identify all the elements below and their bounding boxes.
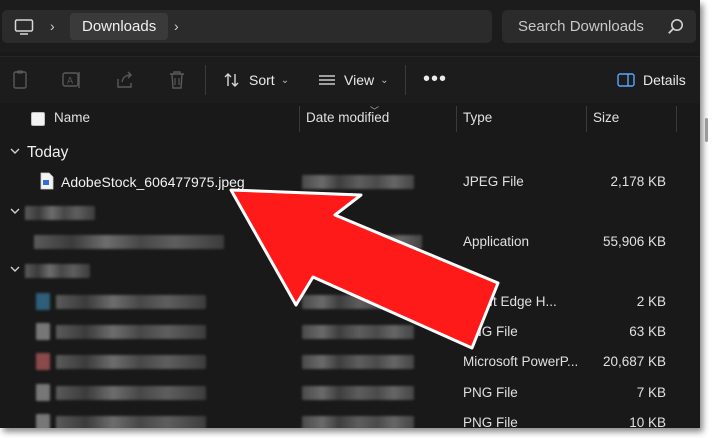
rename-icon[interactable]: A [61,69,83,91]
file-type: PNG File [463,324,518,339]
group-header-today[interactable]: Today [0,138,700,168]
jpeg-file-icon [40,172,54,190]
column-header: Name ﹀ Date modified Type Size [0,104,700,134]
chevron-down-icon: ⌄ [280,74,290,86]
toolbar-divider [405,65,406,95]
column-date-modified[interactable]: Date modified [306,104,389,134]
file-size: 7 KB [636,385,666,400]
delete-icon[interactable] [166,69,188,91]
chevron-down-icon: ⌄ [380,74,389,86]
column-name[interactable]: Name [54,104,90,134]
file-type: Application [463,234,530,249]
file-type: Microsoft PowerP... [463,354,579,369]
redacted-date [302,295,414,309]
file-size: 2,178 KB [610,174,666,189]
search-input[interactable]: Search Downloads [502,10,696,43]
redacted-date [302,416,414,428]
this-pc-icon[interactable] [14,19,34,35]
redacted-file-name [56,386,206,400]
redacted-file-name [56,325,206,339]
table-row[interactable]: PNG File 10 KB [0,408,700,428]
file-icon [36,353,50,370]
command-bar: A Sort ⌄ View ⌄ ••• Details [0,56,700,103]
redacted-group-label [25,264,90,278]
redacted-date [302,386,414,400]
chevron-right-icon[interactable]: › [174,19,186,33]
file-size: 55,906 KB [602,234,666,249]
redacted-date [302,235,422,249]
file-icon [36,293,50,310]
file-type: rosoft Edge H... [463,294,557,309]
svg-text:A: A [67,77,74,87]
toolbar-divider [205,65,206,95]
file-size: 2 KB [636,294,666,309]
details-pane-icon [617,73,635,87]
chevron-down-icon[interactable] [9,145,21,157]
redacted-date [302,175,414,189]
redacted-date [302,325,414,339]
address-row: › Downloads › Search Downloads [0,0,700,52]
file-size: 20,687 KB [602,354,666,369]
table-row[interactable]: PNG File 63 KB [0,317,700,347]
select-all-checkbox[interactable] [31,112,45,126]
file-icon [36,414,50,428]
sort-icon [224,73,239,87]
paste-icon[interactable] [10,69,32,91]
column-divider[interactable] [299,106,300,132]
redacted-date [302,355,414,369]
table-row[interactable]: AdobeStock_606477975.jpeg JPEG File 2,17… [0,167,700,197]
share-icon[interactable] [114,69,136,91]
column-divider[interactable] [456,106,457,132]
file-size: 63 KB [629,324,666,339]
table-row[interactable]: Microsoft PowerP... 20,687 KB [0,347,700,377]
table-row[interactable]: rosoft Edge H... 2 KB [0,287,700,317]
file-explorer-window: › Downloads › Search Downloads A Sort ⌄ … [0,0,700,428]
redacted-file-name [56,355,206,369]
view-icon [319,75,335,85]
view-button[interactable]: View ⌄ [318,67,388,93]
file-type: PNG File [463,415,518,428]
search-icon[interactable] [667,18,684,35]
column-size[interactable]: Size [593,104,619,134]
vertical-scrollbar[interactable] [703,104,711,424]
redacted-file-name [56,416,206,428]
redacted-file-name [56,295,206,309]
details-button[interactable]: Details [617,67,686,93]
redacted-file-name [34,235,224,249]
chevron-down-icon[interactable] [9,205,21,217]
redacted-group-label [25,206,95,220]
file-icon [36,323,50,340]
details-label: Details [643,72,686,88]
sort-button[interactable]: Sort ⌄ [223,67,289,93]
breadcrumb-downloads[interactable]: Downloads [70,13,169,40]
file-type: JPEG File [463,174,524,189]
file-name: AdobeStock_606477975.jpeg [61,174,245,190]
table-row[interactable]: Application 55,906 KB [0,227,700,257]
group-label: Today [27,144,69,161]
sort-label: Sort [249,72,275,88]
chevron-right-icon[interactable]: › [50,19,62,33]
search-placeholder: Search Downloads [518,18,644,35]
column-divider[interactable] [676,106,677,132]
group-header-redacted[interactable] [0,198,700,228]
more-options-button[interactable]: ••• [423,69,447,89]
column-divider[interactable] [586,106,587,132]
column-type[interactable]: Type [463,104,492,134]
file-icon [36,384,50,401]
address-bar[interactable]: › Downloads › [2,10,492,43]
view-label: View [344,72,375,88]
chevron-down-icon[interactable] [9,263,21,275]
group-header-redacted[interactable] [0,256,700,286]
table-row[interactable]: PNG File 7 KB [0,378,700,408]
file-type: PNG File [463,385,518,400]
file-size: 10 KB [629,415,666,428]
